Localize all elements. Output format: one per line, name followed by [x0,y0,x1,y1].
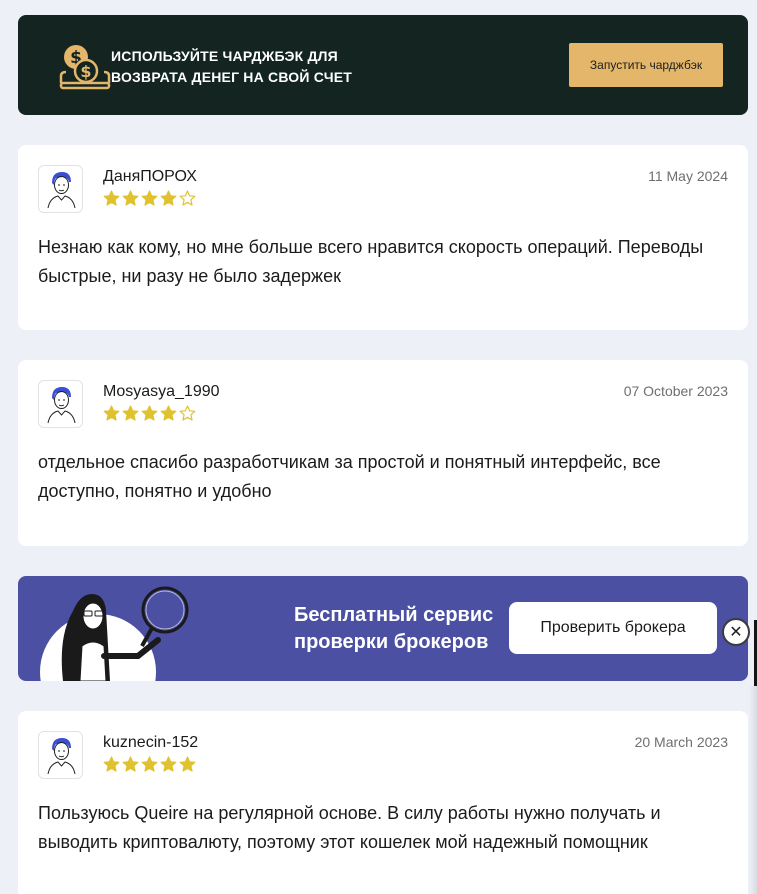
review-text: Незнаю как кому, но мне больше всего нра… [38,237,704,286]
review-text: отдельное спасибо разработчикам за прост… [38,452,661,501]
edge-shade [749,686,757,894]
star-rating [103,190,196,206]
close-icon[interactable]: ✕ [722,618,750,646]
avatar [38,165,83,213]
coins-dollar-icon: $ $ [59,45,111,90]
star-empty-icon [179,405,196,421]
user-avatar-icon [47,172,75,209]
review-date: 07 October 2023 [623,383,728,399]
avatar [38,731,83,779]
star-rating [103,405,196,421]
star-filled-icon [160,756,177,772]
star-filled-icon [160,405,177,421]
review-card: kuznecin-152 20 March 2023 Пользуюсь Que… [18,711,748,894]
review-date: 20 March 2023 [634,734,728,750]
star-filled-icon [141,405,158,421]
start-chargeback-button[interactable]: Запустить чарджбэк [569,43,723,87]
star-filled-icon [141,756,158,772]
check-broker-button[interactable]: Проверить брокера [509,602,717,654]
star-empty-icon [179,190,196,206]
broker-check-banner: Бесплатный сервис проверки брокеров Пров… [18,576,748,681]
review-date: 11 May 2024 [648,168,728,184]
review-author: kuznecin-152 [103,734,199,751]
avatar [38,380,83,428]
svg-text:$: $ [80,62,91,81]
user-avatar-icon [47,387,75,424]
star-rating [103,756,196,772]
user-avatar-icon [47,738,75,775]
star-filled-icon [179,756,196,772]
review-card: ДаняПОРОХ 11 May 2024 Незнаю как кому, н… [18,145,748,330]
star-filled-icon [122,405,139,421]
woman-magnifier-illustration [40,586,189,681]
star-filled-icon [141,190,158,206]
star-filled-icon [122,190,139,206]
review-author: Mosyasya_1990 [103,383,220,400]
chargeback-banner: $ $ ИСПОЛЬЗУЙТЕ ЧАРДЖБЭК ДЛЯ ВОЗВРАТА ДЕ… [18,15,748,115]
star-filled-icon [103,756,120,772]
star-filled-icon [103,405,120,421]
review-card: Mosyasya_1990 07 October 2023 отдельное … [18,360,748,546]
review-author: ДаняПОРОХ [103,168,197,185]
review-text: Пользуюсь Queire на регулярной основе. В… [38,803,661,852]
chargeback-text: ИСПОЛЬЗУЙТЕ ЧАРДЖБЭК ДЛЯ ВОЗВРАТА ДЕНЕГ … [111,48,353,85]
star-filled-icon [103,190,120,206]
promo-text: Бесплатный сервис проверки брокеров [294,604,494,653]
star-filled-icon [122,756,139,772]
star-filled-icon [160,190,177,206]
